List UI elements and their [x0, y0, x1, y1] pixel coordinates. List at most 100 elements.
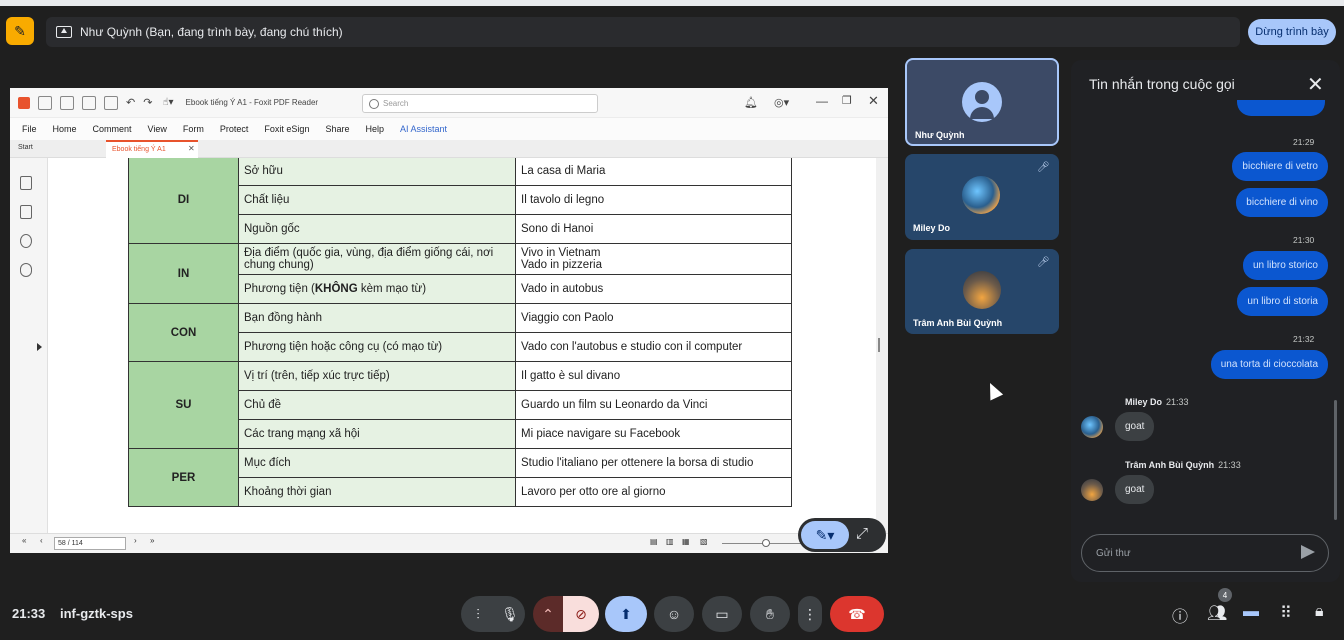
table-row: SU Vị trí (trên, tiếp xúc trực tiếp) Il ga…: [128, 361, 792, 449]
send-icon[interactable]: [1301, 545, 1315, 559]
leave-call-button[interactable]: ☎: [830, 596, 884, 632]
last-page-icon[interactable]: »: [150, 536, 154, 545]
pdf-search-input[interactable]: Search: [362, 94, 598, 113]
pdf-titlebar: ↶ ↷ ☝▾ Ebook tiếng Ý A1 - Foxit PDF Read…: [10, 88, 888, 118]
expand-panel-icon[interactable]: [37, 343, 42, 351]
pages-icon[interactable]: [20, 205, 32, 219]
avatar: [963, 271, 1001, 309]
participant-tile[interactable]: 🎤︎ Trâm Anh Bùi Quỳnh: [905, 249, 1059, 334]
usage-cell: Phương tiện hoặc công cụ (có mạo từ): [238, 332, 516, 362]
mic-button[interactable]: 🎙︎: [495, 596, 525, 632]
menu-file[interactable]: File: [22, 124, 37, 134]
comment-icon[interactable]: [20, 234, 32, 248]
minimize-icon[interactable]: —: [816, 94, 828, 108]
page-number-input[interactable]: 58 / 114: [54, 537, 126, 550]
menu-esign[interactable]: Foxit eSign: [264, 124, 309, 134]
chat-scrollbar[interactable]: [1334, 400, 1337, 520]
open-icon[interactable]: [38, 95, 52, 110]
preposition-cell: IN: [128, 243, 239, 304]
usage-cell: Chất liệu: [238, 185, 516, 215]
menu-protect[interactable]: Protect: [220, 124, 249, 134]
emoji-reaction-button[interactable]: ☺: [654, 596, 694, 632]
close-tab-icon[interactable]: ✕: [188, 144, 195, 153]
page-icon[interactable]: [104, 95, 118, 110]
participant-name: Miley Do: [913, 223, 951, 233]
annotation-tool-button[interactable]: ✎▾: [801, 521, 849, 549]
menu-comment[interactable]: Comment: [93, 124, 132, 134]
chat-message-input[interactable]: Gửi thư: [1081, 534, 1329, 572]
captions-button[interactable]: ▭: [702, 596, 742, 632]
raise-hand-button[interactable]: ✋︎: [750, 596, 790, 632]
preposition-cell: DI: [128, 158, 239, 244]
facing-view-icon[interactable]: ▦: [682, 537, 690, 546]
stop-presenting-button[interactable]: Dừng trình bày: [1248, 19, 1336, 45]
zoom-slider-knob[interactable]: [762, 539, 770, 547]
avatar: [962, 176, 1000, 214]
usage-cell: Bạn đồng hành: [238, 303, 516, 333]
participant-tile-self[interactable]: Như Quỳnh: [905, 58, 1059, 146]
message-bubble: goat: [1115, 412, 1155, 441]
print-icon[interactable]: [82, 95, 96, 110]
table-row: DI Sở hữu La casa di Maria: [128, 158, 792, 244]
scroll-thumb[interactable]: [878, 338, 880, 352]
presenting-status: Như Quỳnh (Bạn, đang trình bày, đang chú…: [46, 17, 1240, 47]
menu-help[interactable]: Help: [365, 124, 384, 134]
example-cell: Vivo in Vietnam Vado in pizzeria: [515, 243, 792, 275]
message-sender: Trâm Anh Bùi Quỳnh 21:33: [1125, 460, 1241, 470]
zoom-fit-icon[interactable]: ▧: [700, 537, 708, 546]
undo-icon[interactable]: ↶: [126, 96, 135, 109]
example-cell: Lavoro per otto ore al giorno: [515, 477, 792, 507]
people-count-badge: 4: [1218, 588, 1232, 602]
message-bubble-partial: [1237, 100, 1325, 116]
chat-panel: Tin nhắn trong cuộc gọi ✕ 21:29 bicchier…: [1071, 60, 1340, 582]
message-time: 21:30: [1293, 235, 1315, 245]
message-bubble: goat: [1115, 475, 1155, 504]
close-icon[interactable]: ✕: [1307, 72, 1324, 97]
expand-icon[interactable]: ⤢: [856, 525, 868, 542]
participant-tile[interactable]: 🎤︎ Miley Do: [905, 154, 1059, 240]
bell-icon[interactable]: 🔔︎: [744, 96, 758, 109]
meeting-code: inf-gztk-sps: [60, 606, 133, 621]
menu-form[interactable]: Form: [183, 124, 204, 134]
audio-settings-button[interactable]: ⫶: [461, 596, 495, 632]
hand-tool-icon[interactable]: ☝▾: [162, 97, 173, 108]
prev-page-icon[interactable]: ‹: [40, 536, 43, 545]
menu-view[interactable]: View: [148, 124, 167, 134]
example-cell: Guardo un film su Leonardo da Vinci: [515, 390, 792, 420]
tab-ebook[interactable]: Ebook tiếng Ý A1: [106, 140, 198, 158]
redo-icon[interactable]: ↷: [143, 96, 152, 109]
account-icon[interactable]: ◎▾: [774, 96, 789, 109]
menu-ai-assistant[interactable]: AI Assistant: [400, 124, 447, 134]
usage-cell: Khoảng thời gian: [238, 477, 516, 507]
close-window-icon[interactable]: ✕: [868, 93, 879, 109]
usage-cell: Địa điểm (quốc gia, vùng, địa điểm giống…: [238, 243, 516, 275]
present-screen-icon: [56, 26, 72, 38]
bookmark-icon[interactable]: [20, 176, 32, 190]
tab-start[interactable]: Start: [18, 144, 33, 151]
attachment-icon[interactable]: [20, 263, 32, 277]
chat-icon[interactable]: ▬: [1243, 603, 1259, 621]
camera-options-icon[interactable]: ⌃: [533, 596, 563, 632]
host-controls-icon[interactable]: 🔒︎: [1315, 603, 1324, 621]
mic-off-icon: 🎤︎: [1037, 162, 1050, 173]
menu-share[interactable]: Share: [325, 124, 349, 134]
single-page-view-icon[interactable]: ▤: [650, 537, 658, 546]
save-icon[interactable]: [60, 95, 74, 110]
next-page-icon[interactable]: ›: [134, 536, 137, 545]
pdf-scrollbar[interactable]: [876, 158, 888, 533]
continuous-view-icon[interactable]: ▥: [666, 537, 674, 546]
first-page-icon[interactable]: «: [22, 536, 26, 545]
info-icon[interactable]: ⓘ: [1172, 603, 1188, 627]
more-options-button[interactable]: ⋮: [798, 596, 822, 632]
usage-cell: Các trang mạng xã hội: [238, 419, 516, 449]
annotation-icon[interactable]: ✎: [6, 17, 34, 45]
participant-name: Trâm Anh Bùi Quỳnh: [913, 318, 1003, 328]
restore-icon[interactable]: ❐: [842, 94, 852, 107]
camera-off-button[interactable]: ⊘: [563, 596, 599, 632]
menu-home[interactable]: Home: [53, 124, 77, 134]
usage-cell: Chủ đề: [238, 390, 516, 420]
example-cell: Sono di Hanoi: [515, 214, 792, 244]
present-button[interactable]: ⬆: [605, 596, 647, 632]
activities-icon[interactable]: ⠿: [1280, 603, 1292, 623]
people-icon[interactable]: 👥︎: [1207, 603, 1227, 623]
